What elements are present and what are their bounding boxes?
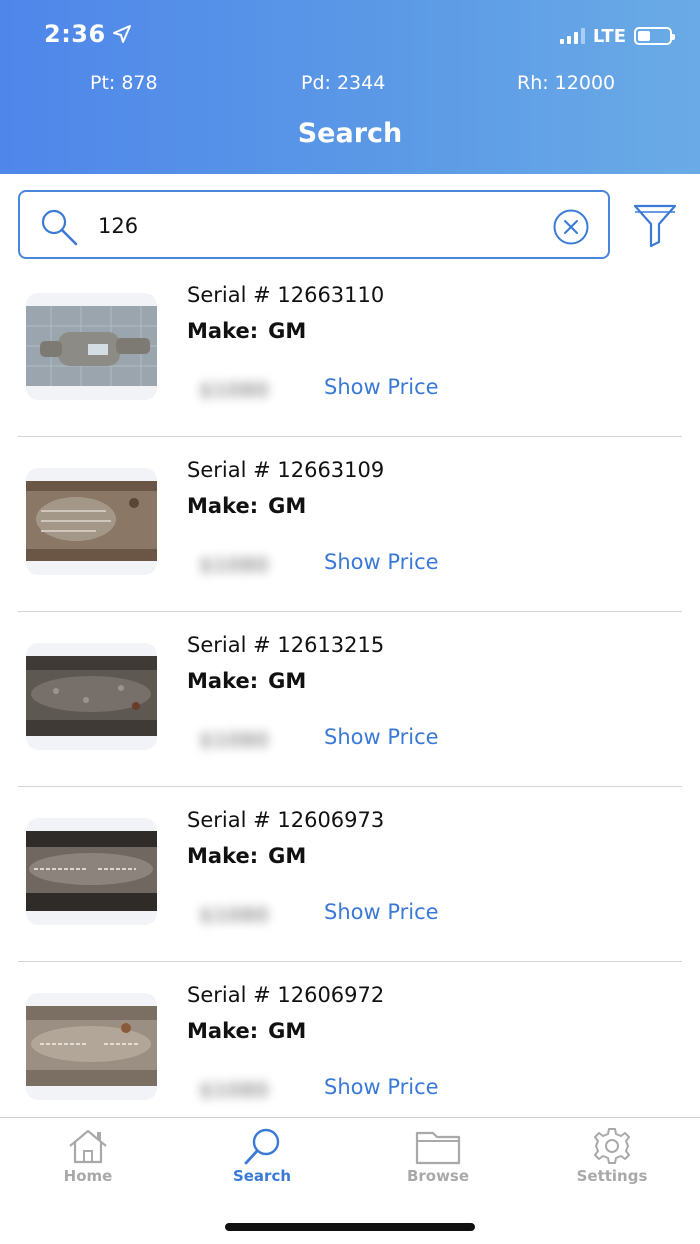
make-label: Make: <box>187 494 259 518</box>
hidden-price: $1080 <box>199 378 269 402</box>
tab-search[interactable]: Search <box>202 1126 322 1185</box>
location-arrow-icon <box>113 25 131 43</box>
home-icon <box>69 1129 107 1164</box>
list-item[interactable]: Serial # 12606972 Make: GM $1080 Show Pri… <box>0 962 700 1137</box>
make: Make: GM <box>187 319 306 343</box>
converter-photo <box>26 656 157 736</box>
metal-prices: Pt: 878 Pd: 2344 Rh: 12000 <box>0 72 700 96</box>
converter-photo <box>26 481 157 561</box>
header: 2:36 LTE Pt: 878 Pd: 2344 Rh: 12000 Sear… <box>0 0 700 174</box>
part-thumbnail <box>26 468 157 575</box>
home-indicator <box>225 1223 475 1231</box>
tab-browse[interactable]: Browse <box>378 1126 498 1185</box>
list-item[interactable]: Serial # 12663109 Make: GM $1080 Show Pri… <box>0 437 700 612</box>
filter-icon[interactable] <box>632 202 678 248</box>
folder-icon <box>415 1131 461 1165</box>
make-value: GM <box>268 844 307 868</box>
tab-home[interactable]: Home <box>28 1126 148 1185</box>
converter-photo <box>26 306 157 386</box>
converter-photo <box>26 1006 157 1086</box>
serial-number: Serial # 12606973 <box>187 808 385 832</box>
status-right: LTE <box>559 22 675 50</box>
tab-label: Home <box>63 1167 113 1185</box>
clear-icon[interactable] <box>552 208 590 246</box>
hidden-price: $1080 <box>199 1078 269 1102</box>
show-price-button[interactable]: Show Price <box>324 725 439 749</box>
make: Make: GM <box>187 669 306 693</box>
make-value: GM <box>268 669 307 693</box>
part-thumbnail <box>26 993 157 1100</box>
list-item[interactable]: Serial # 12606973 Make: GM $1080 Show Pri… <box>0 787 700 962</box>
part-thumbnail <box>26 818 157 925</box>
signal-icon <box>559 28 585 44</box>
hidden-price: $1080 <box>199 553 269 577</box>
show-price-button[interactable]: Show Price <box>324 550 439 574</box>
show-price-button[interactable]: Show Price <box>324 900 439 924</box>
search-icon <box>41 209 78 246</box>
serial-number: Serial # 12663109 <box>187 458 385 482</box>
status-time: 2:36 <box>44 20 106 48</box>
hidden-price: $1080 <box>199 728 269 752</box>
rhodium-price: Rh: 12000 <box>517 72 616 94</box>
serial-number: Serial # 12613215 <box>187 633 385 657</box>
platinum-price: Pt: 878 <box>90 72 158 94</box>
battery-icon <box>634 27 675 45</box>
show-price-button[interactable]: Show Price <box>324 1075 439 1099</box>
make-label: Make: <box>187 1019 259 1043</box>
tab-label: Browse <box>406 1167 470 1185</box>
make-label: Make: <box>187 669 259 693</box>
network-label: LTE <box>592 25 626 47</box>
search-field[interactable] <box>18 190 610 259</box>
tab-label: Search <box>232 1167 292 1185</box>
make: Make: GM <box>187 1019 306 1043</box>
tab-settings[interactable]: Settings <box>552 1126 672 1185</box>
list-item[interactable]: Serial # 12613215 Make: GM $1080 Show Pri… <box>0 612 700 787</box>
search-tab-icon <box>244 1128 280 1165</box>
make-label: Make: <box>187 319 259 343</box>
part-thumbnail <box>26 293 157 400</box>
page-title: Search <box>297 118 403 149</box>
make: Make: GM <box>187 494 306 518</box>
hidden-price: $1080 <box>199 903 269 927</box>
show-price-button[interactable]: Show Price <box>324 375 439 399</box>
serial-number: Serial # 12663110 <box>187 283 385 307</box>
make-value: GM <box>268 494 307 518</box>
search-input[interactable] <box>98 206 528 246</box>
make-label: Make: <box>187 844 259 868</box>
make-value: GM <box>268 1019 307 1043</box>
serial-number: Serial # 12606972 <box>187 983 385 1007</box>
gear-icon <box>594 1128 630 1164</box>
palladium-price: Pd: 2344 <box>301 72 386 94</box>
make: Make: GM <box>187 844 306 868</box>
list-item[interactable]: Serial # 12663110 Make: GM $1080 Show Pri… <box>0 262 700 437</box>
part-thumbnail <box>26 643 157 750</box>
tab-label: Settings <box>576 1167 648 1185</box>
make-value: GM <box>268 319 307 343</box>
converter-photo <box>26 831 157 911</box>
